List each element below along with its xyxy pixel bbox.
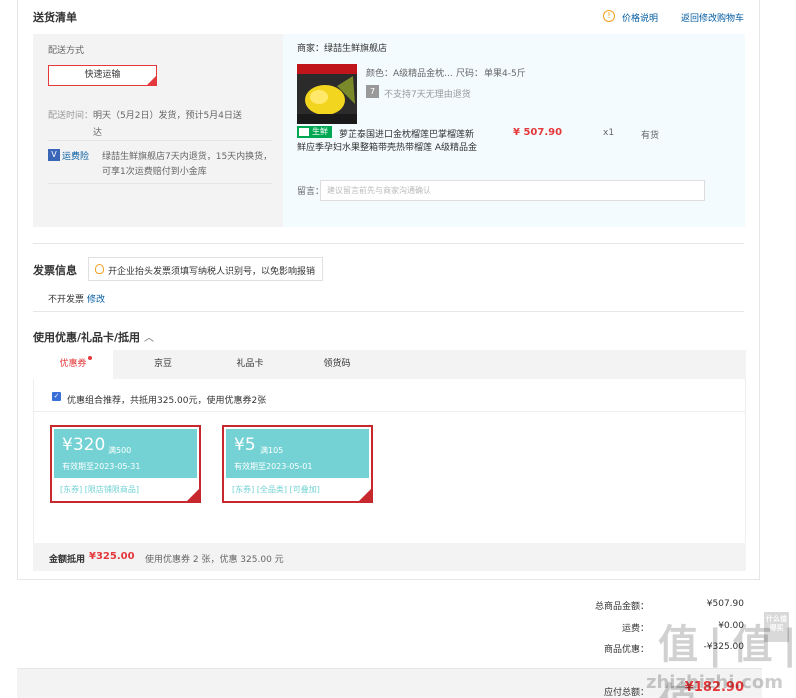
size-label: 尺码： [456, 69, 484, 79]
coupon-card[interactable]: ¥5 满105 有效期至2023-05-01 [东券] [全品类] [可叠加] [222, 425, 373, 503]
product-title-line2[interactable]: 鲜应季孕妇水果整箱带壳热带榴莲 A级精品金 [297, 140, 477, 153]
fresh-badge: 生鲜 [297, 126, 332, 138]
divider [48, 183, 272, 184]
watermark-side-badge: 什么值得买 [764, 612, 789, 642]
delivery-time-line2: 达 [93, 128, 103, 138]
coupon-face: ¥320 满500 有效期至2023-05-31 [54, 429, 197, 478]
fresh-badge-label: 生鲜 [312, 127, 328, 136]
shipping-method-value: 快速运输 [84, 70, 121, 80]
divider [34, 411, 745, 412]
product-quantity: x1 [603, 128, 615, 138]
tab-jingdou[interactable]: 京豆 [133, 350, 193, 379]
selected-corner-icon [147, 76, 156, 85]
seller-name[interactable]: 绿喆生鲜旗舰店 [324, 41, 387, 54]
product-title-line1[interactable]: 萝芷泰国进口金枕榴莲巴掌榴莲新 [339, 127, 474, 140]
info-icon: ! [603, 10, 615, 22]
delivery-time-label: 配送时间： [48, 111, 94, 121]
chevron-up-icon[interactable]: ︿ [144, 329, 154, 344]
summary-text: 使用优惠券 2 张，优惠 325.00 元 [145, 555, 284, 565]
product-image[interactable] [297, 64, 357, 124]
summary-label: 金额抵用 [49, 555, 86, 565]
summary-amount: ¥325.00 [89, 551, 135, 562]
product-price: ¥ 507.90 [513, 127, 563, 138]
tab-label: 优惠券 [59, 359, 87, 369]
discount-tabs: 优惠券 京豆 礼品卡 领货码 [33, 350, 746, 379]
invoice-edit-link[interactable]: 修改 [87, 292, 105, 305]
coupon-amount: ¥320 [62, 435, 106, 455]
coupon-face: ¥5 满105 有效期至2023-05-01 [226, 429, 369, 478]
watermark-site: zhizhizhi.com [646, 672, 784, 693]
freight-insurance-link[interactable]: 运费险 [62, 149, 89, 162]
coupon-tags: [东券] [全品类] [可叠加] [232, 485, 320, 494]
color-label: 颜色： [366, 69, 394, 79]
delivery-time-line1: 明天（5月2日）发货，预计5月4日送 [93, 111, 242, 121]
size-value: 单果4-5斤 [484, 69, 526, 79]
shield-icon: V [48, 149, 60, 161]
coupon-condition: 满105 [260, 446, 284, 455]
fresh-logo-icon [299, 128, 309, 136]
tab-gift-card[interactable]: 礼品卡 [220, 350, 280, 379]
divider [33, 311, 744, 312]
lightbulb-icon [95, 264, 104, 274]
invoice-tip-text: 开企业抬头发票须填写纳税人识别号，以免影响报销 [108, 267, 316, 277]
no-return-text: 不支持7天无理由退货 [384, 90, 471, 100]
discounts-title: 使用优惠/礼品卡/抵用 [33, 331, 141, 344]
invoice-title: 发票信息 [33, 264, 77, 277]
seller-label: 商家： [297, 44, 325, 54]
shipping-method-button[interactable]: 快速运输 [48, 65, 157, 86]
shipping-list-title: 送货清单 [33, 11, 77, 24]
payable-label: 应付总额： [603, 688, 649, 698]
back-to-cart-link[interactable]: 返回修改购物车 [681, 11, 744, 24]
tab-redeem-code[interactable]: 领货码 [307, 350, 367, 379]
invoice-status: 不开发票 [48, 295, 85, 305]
coupon-tags: [东券] [限店铺限商品] [60, 485, 140, 494]
coupon-expiry: 有效期至2023-05-01 [234, 462, 313, 471]
coupon-expiry: 有效期至2023-05-31 [62, 462, 141, 471]
red-dot-icon [87, 356, 92, 360]
selected-check-icon [187, 489, 199, 501]
freight-label: 运费： [621, 624, 649, 634]
durian-image-icon [297, 64, 357, 124]
divider [48, 140, 272, 141]
recommend-checkbox[interactable]: ✓ [52, 392, 61, 401]
insurance-text-line1: 绿喆生鲜旗舰店7天内退货，15天内换货， [102, 152, 273, 162]
color-value: A级精品金枕... [393, 69, 453, 79]
shipping-method-block [33, 34, 283, 227]
goods-total-value: ¥507.90 [706, 599, 744, 609]
goods-total-label: 总商品金额： [594, 602, 649, 612]
coupon-amount: ¥5 [234, 435, 256, 455]
no-return-icon: 7 [366, 85, 379, 98]
coupon-card[interactable]: ¥320 满500 有效期至2023-05-31 [东券] [限店铺限商品] [50, 425, 201, 503]
price-info-link[interactable]: 价格说明 [622, 11, 658, 24]
insurance-text-line2: 可享1次运费赔付到小金库 [102, 167, 207, 177]
divider [33, 243, 744, 244]
shipping-method-label: 配送方式 [48, 46, 85, 56]
coupon-condition: 满500 [108, 446, 132, 455]
selected-check-icon [359, 489, 371, 501]
coupon-summary: 金额抵用 ¥325.00 使用优惠券 2 张，优惠 325.00 元 [33, 543, 746, 571]
recommend-text: 优惠组合推荐，共抵用325.00元，使用优惠券2张 [67, 396, 267, 406]
invoice-tip: 开企业抬头发票须填写纳税人识别号，以免影响报销 [88, 257, 323, 281]
note-input[interactable]: 建议留言前先与商家沟通确认 [320, 180, 705, 201]
tab-coupons[interactable]: 优惠券 [33, 350, 113, 379]
discount-total-label: 商品优惠： [603, 645, 649, 655]
stock-status: 有货 [641, 131, 660, 141]
